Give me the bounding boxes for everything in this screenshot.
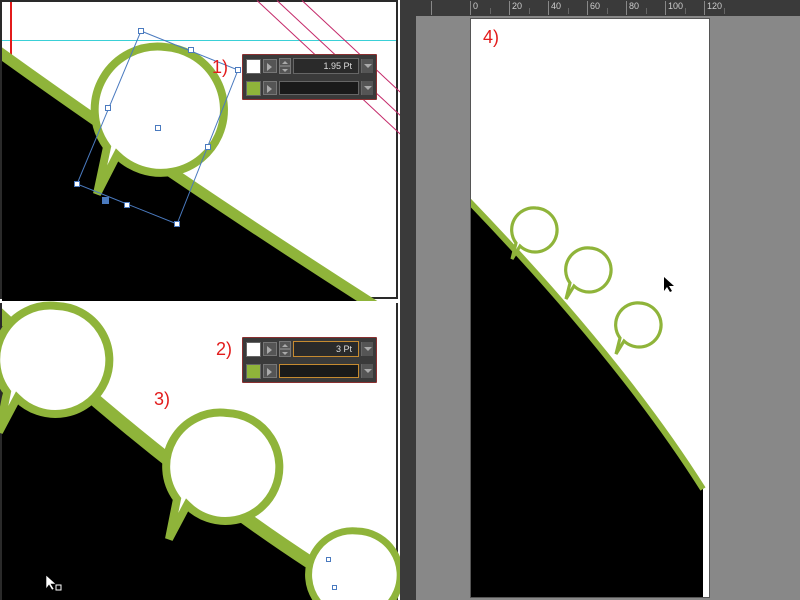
appearance-panel-2[interactable]: 3 Pt <box>242 337 377 383</box>
ruler-tick: 0 <box>470 1 478 15</box>
fill-swatch[interactable] <box>246 59 261 74</box>
transform-handle[interactable] <box>74 181 80 187</box>
transform-handle[interactable] <box>235 67 241 73</box>
transform-handle[interactable] <box>138 28 144 34</box>
fill-menu-button[interactable] <box>263 342 277 356</box>
ruler-tick: 100 <box>665 1 683 15</box>
speech-bubble-4a[interactable] <box>507 204 563 264</box>
stroke-weight-dropdown[interactable] <box>361 342 373 356</box>
fill-menu-button[interactable] <box>263 59 277 73</box>
stroke-swatch[interactable] <box>246 364 261 379</box>
selection-cursor-icon <box>44 573 62 596</box>
step-label-3: 3) <box>154 389 170 410</box>
ruler-tick: 20 <box>509 1 522 15</box>
speech-bubble-2c[interactable] <box>302 525 412 600</box>
bounding-box[interactable] <box>2 2 400 301</box>
speech-bubble-4b[interactable] <box>561 244 617 304</box>
stroke-weight-value: 3 Pt <box>294 344 358 354</box>
stroke-menu-button[interactable] <box>263 364 277 378</box>
transform-handle[interactable] <box>205 144 211 150</box>
step-label-1: 1) <box>212 57 228 78</box>
stroke-weight-field[interactable]: 1.95 Pt <box>293 58 359 74</box>
artwork-curve-4 <box>471 19 710 598</box>
fill-swatch[interactable] <box>246 342 261 357</box>
stroke-style-preview[interactable] <box>279 81 359 95</box>
canvas-panel-2: 2) 3) 3 Pt <box>0 303 398 600</box>
anchor-point[interactable] <box>326 557 331 562</box>
transform-handle[interactable] <box>174 221 180 227</box>
stroke-style-dropdown[interactable] <box>361 364 373 378</box>
step-label-2: 2) <box>216 339 232 360</box>
mouse-cursor-icon <box>662 275 676 298</box>
ruler-tick: 40 <box>548 1 561 15</box>
transform-handle[interactable] <box>105 105 111 111</box>
stroke-weight-stepper[interactable] <box>279 341 291 357</box>
stroke-weight-stepper[interactable] <box>279 58 291 74</box>
speech-bubble-4c[interactable] <box>611 299 667 359</box>
canvas-panel-1: 1) 1.95 Pt <box>0 0 398 299</box>
transform-handle[interactable] <box>188 47 194 53</box>
ruler-tick: 80 <box>626 1 639 15</box>
speech-bubble-2b[interactable] <box>157 405 297 555</box>
speech-bubble-2a[interactable] <box>0 298 127 448</box>
ruler-tick: 120 <box>704 1 722 15</box>
ruler-horizontal[interactable]: 0 20 40 60 80 100 120 <box>400 0 800 16</box>
center-point[interactable] <box>155 125 161 131</box>
ruler-vertical[interactable] <box>400 16 416 600</box>
artboard[interactable]: 4) <box>470 18 710 598</box>
appearance-panel-1[interactable]: 1.95 Pt <box>242 54 377 100</box>
stroke-weight-field[interactable]: 3 Pt <box>293 341 359 357</box>
anchor-point-selected[interactable] <box>102 197 109 204</box>
transform-handle[interactable] <box>124 202 130 208</box>
stroke-style-preview[interactable] <box>279 364 359 378</box>
anchor-point[interactable] <box>332 585 337 590</box>
canvas-panel-4: 0 20 40 60 80 100 120 4) <box>400 0 800 600</box>
ruler-tick: 60 <box>587 1 600 15</box>
stroke-weight-value: 1.95 Pt <box>294 61 358 71</box>
stroke-menu-button[interactable] <box>263 81 277 95</box>
stroke-weight-dropdown[interactable] <box>361 59 373 73</box>
stroke-style-dropdown[interactable] <box>361 81 373 95</box>
stroke-swatch[interactable] <box>246 81 261 96</box>
